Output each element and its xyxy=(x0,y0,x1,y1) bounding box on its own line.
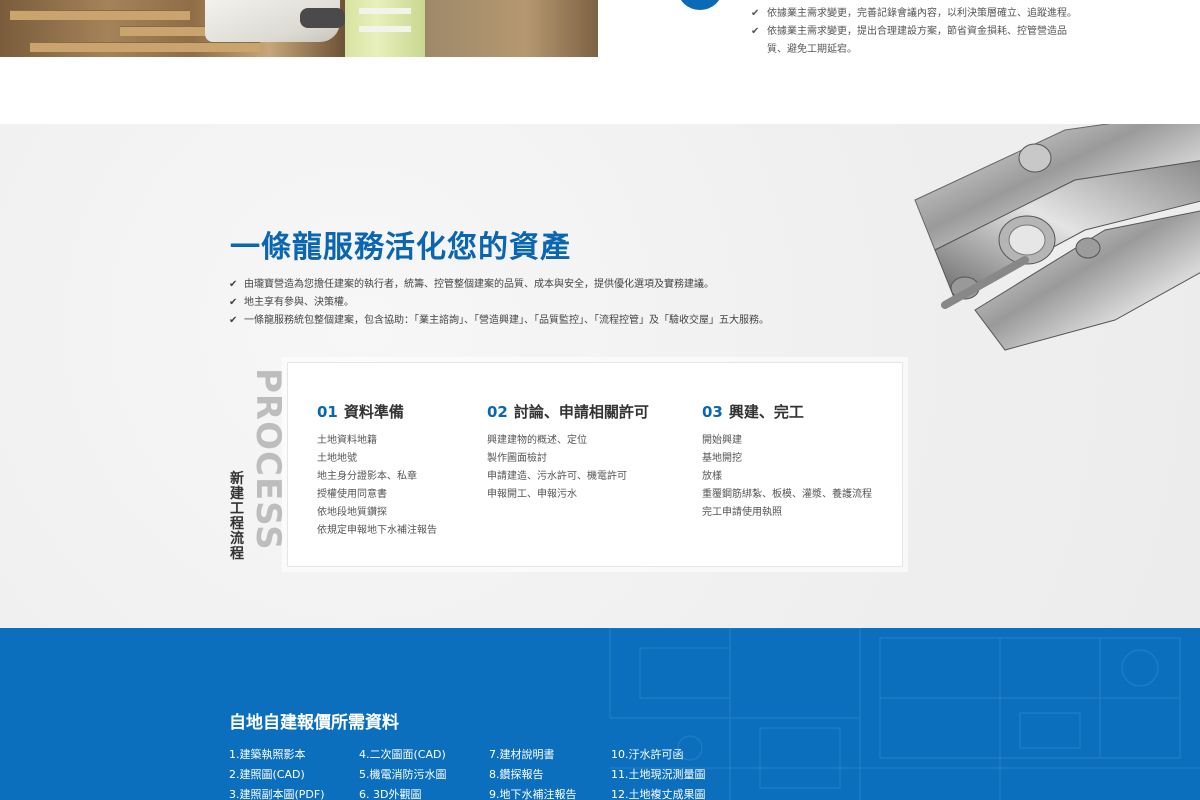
step-item: 開始興建 xyxy=(702,435,742,446)
step-items: 興建建物的概述、定位 製作圖面檢討 申請建造、污水許可、機電許可 申報開工、申報… xyxy=(487,432,649,504)
process-step-3: 03 興建、完工 開始興建 基地開挖 放樣 重覆鋼筋綁紮、板模、灌漿、養護流程 完… xyxy=(702,401,872,522)
quote-list-column: 1.建築執照影本 2.建照圖(CAD) 3.建照副本圖(PDF) xyxy=(229,745,325,800)
construction-photo xyxy=(0,0,598,57)
page: 依據業主需求變更，完善記錄會議內容，以利決策層確立、追蹤進程。 依據業主需求變更… xyxy=(0,0,1200,800)
quote-item: 11.土地現況測量圖 xyxy=(611,768,706,781)
step-item: 放樣 xyxy=(702,471,722,482)
step-title: 02 討論、申請相關許可 xyxy=(487,401,649,422)
quote-item: 2.建照圖(CAD) xyxy=(229,768,305,781)
services-bullet: 地主享有參與、決策權。 xyxy=(229,294,849,312)
process-step-2: 02 討論、申請相關許可 興建建物的概述、定位 製作圖面檢討 申請建造、污水許可、… xyxy=(487,401,649,504)
step-title-text: 資料準備 xyxy=(343,403,404,421)
quote-item: 7.建材說明書 xyxy=(489,748,555,761)
checklist-item: 依據業主需求變更，完善記錄會議內容，以利決策層確立、追蹤進程。 xyxy=(751,5,1081,23)
quote-item: 12.土地複丈成果圖 xyxy=(611,788,706,800)
quote-title: 自地自建報價所需資料 xyxy=(229,713,399,733)
services-title: 一條龍服務活化您的資產 xyxy=(230,230,571,265)
quote-item: 4.二次圖面(CAD) xyxy=(359,748,446,761)
quote-item: 1.建築執照影本 xyxy=(229,748,306,761)
quote-list-column: 7.建材說明書 8.鑽探報告 9.地下水補注報告 xyxy=(489,745,577,800)
quote-item: 3.建照副本圖(PDF) xyxy=(229,788,325,800)
step-number: 02 xyxy=(487,403,508,421)
process-watermark: PROCESS xyxy=(248,368,288,551)
step-item: 申請建造、污水許可、機電許可 xyxy=(487,471,627,482)
step-item: 完工申請使用執照 xyxy=(702,507,782,518)
step-title-text: 興建、完工 xyxy=(728,403,804,421)
step-items: 開始興建 基地開挖 放樣 重覆鋼筋綁紮、板模、灌漿、養護流程 完工申請使用執照 xyxy=(702,432,872,522)
step-title: 03 興建、完工 xyxy=(702,401,872,422)
quote-list-column: 4.二次圖面(CAD) 5.機電消防污水圖 6. 3D外觀圖 xyxy=(359,745,447,800)
step-items: 土地資料地籍 土地地號 地主身分證影本、私章 授權使用同意書 依地段地質鑽探 依… xyxy=(317,432,437,540)
step-item: 依規定申報地下水補注報告 xyxy=(317,525,437,536)
step-item: 土地資料地籍 xyxy=(317,435,377,446)
step-item: 興建建物的概述、定位 xyxy=(487,435,587,446)
process-card: 01 資料準備 土地資料地籍 土地地號 地主身分證影本、私章 授權使用同意書 依地… xyxy=(287,362,903,567)
top-checklist: 依據業主需求變更，完善記錄會議內容，以利決策層確立、追蹤進程。 依據業主需求變更… xyxy=(751,5,1081,59)
quote-section: 自地自建報價所需資料 1.建築執照影本 2.建照圖(CAD) 3.建照副本圖(P… xyxy=(0,628,1200,800)
quote-item: 8.鑽探報告 xyxy=(489,768,544,781)
steel-beams-image xyxy=(914,124,1200,351)
step-item: 土地地號 xyxy=(317,453,357,464)
services-bullet: 由瓏寶營造為您擔任建案的執行者，統籌、控管整個建案的品質、成本與安全，提供優化選… xyxy=(229,276,849,294)
services-bullet: 一條龍服務統包整個建案，包含協助：「業主諮詢」、「營造興建」、「品質監控」、「流… xyxy=(229,312,849,330)
step-item: 地主身分證影本、私章 xyxy=(317,471,417,482)
step-item: 授權使用同意書 xyxy=(317,489,387,500)
quote-item: 6. 3D外觀圖 xyxy=(359,788,422,800)
services-section: 一條龍服務活化您的資產 由瓏寶營造為您擔任建案的執行者，統籌、控管整個建案的品質… xyxy=(0,124,1200,628)
step-item: 基地開挖 xyxy=(702,453,742,464)
blueprint-background xyxy=(609,628,1200,800)
quote-item: 9.地下水補注報告 xyxy=(489,788,577,800)
step-number: 03 xyxy=(702,403,723,421)
process-label: 新建工程流程 xyxy=(230,471,244,562)
blue-circle-icon xyxy=(678,0,722,10)
step-item: 申報開工、申報污水 xyxy=(487,489,577,500)
process-step-1: 01 資料準備 土地資料地籍 土地地號 地主身分證影本、私章 授權使用同意書 依地… xyxy=(317,401,437,540)
quote-item: 5.機電消防污水圖 xyxy=(359,768,447,781)
step-title: 01 資料準備 xyxy=(317,401,437,422)
quote-list-column: 10.汙水許可函 11.土地現況測量圖 12.土地複丈成果圖 xyxy=(611,745,706,800)
step-item: 重覆鋼筋綁紮、板模、灌漿、養護流程 xyxy=(702,489,872,500)
step-item: 製作圖面檢討 xyxy=(487,453,547,464)
step-title-text: 討論、申請相關許可 xyxy=(513,403,649,421)
top-section: 依據業主需求變更，完善記錄會議內容，以利決策層確立、追蹤進程。 依據業主需求變更… xyxy=(0,0,1200,124)
step-number: 01 xyxy=(317,403,338,421)
step-item: 依地段地質鑽探 xyxy=(317,507,387,518)
services-bullets: 由瓏寶營造為您擔任建案的執行者，統籌、控管整個建案的品質、成本與安全，提供優化選… xyxy=(229,276,849,330)
checklist-item: 依據業主需求變更，提出合理建設方案，節省資金損耗、控管營造品質、避免工期延宕。 xyxy=(751,23,1081,59)
quote-item: 10.汙水許可函 xyxy=(611,748,684,761)
